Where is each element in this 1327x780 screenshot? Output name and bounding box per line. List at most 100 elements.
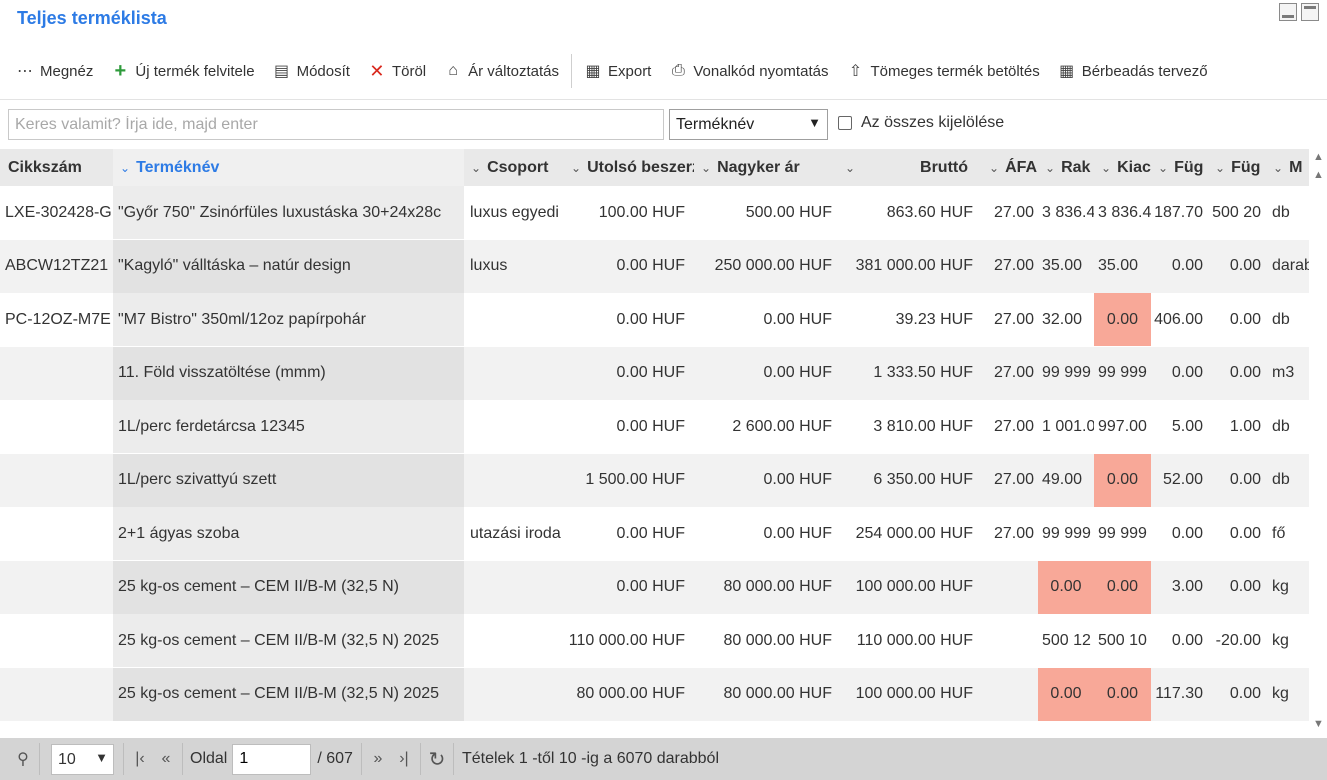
pager-divider (182, 743, 183, 775)
table-cell: 32.00 (1042, 310, 1083, 328)
toolbar-ár-változtatás-button[interactable]: ⌂ Ár változtatás (435, 53, 568, 89)
pager-divider (360, 743, 362, 775)
chevron-down-icon: ⌄ (1101, 160, 1112, 175)
table-row[interactable]: 1L/perc ferdetárcsa 12345 0.00 HUF 2 600.0… (0, 400, 1309, 453)
select-all-label: Az összes kijelölése (861, 114, 1005, 131)
page-size-select[interactable]: 10 ▼ (51, 743, 114, 775)
column-header[interactable]: ⌄ M (1266, 149, 1309, 186)
toolbar-tömeges-termék-betöltés-button[interactable]: ⇧ Tömeges termék betöltés (837, 53, 1048, 89)
table-row[interactable]: 25 kg-os cement – CEM II/B-M (32,5 N) 20… (0, 667, 1309, 721)
table-cell: 99 999 (1098, 524, 1147, 542)
upload-icon: ⇧ (848, 63, 863, 80)
table-cell: 99 999 (1042, 524, 1091, 542)
table-cell: 99 999 (1098, 364, 1147, 381)
minimize-button[interactable] (1279, 3, 1297, 21)
toolbar-megnéz-button[interactable]: ⋯ Megnéz (7, 53, 102, 89)
column-header-label: Füg (1174, 158, 1204, 176)
column-header-label: Rak (1061, 158, 1091, 176)
table-cell: 35.00 (1042, 257, 1083, 274)
table-cell: 0.00 (1229, 257, 1261, 274)
scroll-up-icon[interactable]: ▲ (1313, 151, 1324, 163)
table-cell: 2 600.00 HUF (732, 417, 832, 435)
table-cell: kg (1272, 578, 1289, 595)
table-cell: 6 350.00 HUF (873, 471, 973, 488)
table-cell: "Kagyló" válltáska – natúr design (113, 239, 464, 293)
page-size-value: 10 (58, 750, 76, 768)
caret-down-icon: ▼ (808, 115, 821, 130)
refresh-icon[interactable]: ↻ (424, 744, 450, 774)
table-cell: 0.00 (1229, 364, 1261, 381)
table-row[interactable]: LXE-302428-G "Győr 750" Zsinórfüles luxus… (0, 186, 1309, 239)
table-cell: 0.00 HUF (616, 364, 685, 381)
scroll-down-icon[interactable]: ▼ (1313, 718, 1324, 730)
product-grid: ⌄Cikkszám⌄Terméknév⌄Csoport⌄Utolsó besze… (0, 149, 1309, 722)
column-header[interactable]: ⌄ Füg (1208, 149, 1266, 186)
table-row[interactable]: PC-12OZ-M7E "M7 Bistro" 350ml/12oz papírp… (0, 293, 1309, 346)
column-header[interactable]: ⌄ Kiac (1094, 149, 1151, 186)
table-cell: db (1272, 471, 1290, 488)
search-field-select[interactable]: Terméknév ▼ (669, 109, 828, 140)
title-bar: Teljes terméklista (0, 0, 1327, 40)
column-header[interactable]: ⌄ Nagyker ár (694, 149, 838, 186)
first-page-icon[interactable]: |‹ (127, 744, 153, 774)
table-cell: 0.00 (1171, 257, 1203, 274)
column-header-label: Nagyker ár (717, 158, 800, 176)
table-cell (464, 400, 564, 453)
table-cell: 0.00 (1229, 310, 1261, 328)
table-row[interactable]: 1L/perc szivattyú szett 1 500.00 HUF 0.00 … (0, 453, 1309, 507)
last-page-icon[interactable]: ›| (391, 744, 417, 774)
scroll-up-icon[interactable]: ▲ (1313, 169, 1324, 181)
vertical-scrollbar[interactable]: ▲ ▲ ▼ (1309, 149, 1327, 734)
table-row[interactable]: 11. Föld visszatöltése (mmm) 0.00 HUF 0.00… (0, 346, 1309, 400)
toolbar-töröl-button[interactable]: ✕ Töröl (359, 53, 435, 89)
toolbar-módosít-button[interactable]: ▤ Módosít (264, 53, 359, 89)
maximize-button[interactable] (1301, 3, 1319, 21)
table-cell: 0.00 (1094, 293, 1151, 346)
table-row[interactable]: ABCW12TZ21 "Kagyló" válltáska – natúr des… (0, 239, 1309, 293)
table-cell: kg (1272, 685, 1289, 702)
pager-divider (419, 743, 421, 775)
column-header[interactable]: ⌄ Utolsó beszerz (564, 149, 694, 186)
toolbar-export-button[interactable]: ▦ Export (575, 53, 660, 89)
column-header[interactable]: ⌄ Rak (1038, 149, 1094, 186)
table-row[interactable]: 25 kg-os cement – CEM II/B-M (32,5 N) 0.0… (0, 560, 1309, 614)
table-cell: -20.00 (1215, 631, 1261, 649)
table-cell (464, 293, 564, 346)
table-cell (464, 668, 564, 721)
previous-page-icon[interactable]: « (153, 744, 179, 774)
table-row[interactable]: 25 kg-os cement – CEM II/B-M (32,5 N) 20… (0, 614, 1309, 667)
select-all-checkbox[interactable] (838, 116, 852, 130)
column-header[interactable]: ⌄Cikkszám (0, 149, 113, 186)
next-page-icon[interactable]: » (365, 744, 391, 774)
search-icon[interactable]: ⚲ (10, 744, 36, 774)
column-header[interactable]: ⌄ Terméknév (113, 149, 464, 186)
toolbar-label: Bérbeadás tervező (1081, 62, 1208, 80)
toolbar-label: Megnéz (40, 62, 94, 80)
table-cell (982, 614, 1038, 667)
table-cell: 110 000.00 HUF (568, 631, 685, 649)
column-header[interactable]: ⌄ Csoport (464, 149, 564, 186)
table-cell: 27.00 (993, 203, 1034, 221)
column-header[interactable]: ⌄ Füg (1151, 149, 1208, 186)
table-cell: 80 000.00 HUF (576, 685, 685, 702)
table-row[interactable]: 2+1 ágyas szoba utazási iroda 0.00 HUF 0.00… (0, 507, 1309, 560)
column-header[interactable]: ⌄ ÁFA (982, 149, 1038, 186)
table-cell: 27.00 (993, 364, 1034, 381)
toolbar-label: Vonalkód nyomtatás (693, 62, 829, 80)
table-cell: 27.00 (993, 417, 1034, 435)
page-label: Oldal (190, 750, 228, 767)
toolbar-vonalkód-nyomtatás-button[interactable]: ⎙ Vonalkód nyomtatás (660, 53, 837, 89)
table-cell: 0.00 (1171, 631, 1203, 649)
column-header[interactable]: ⌄ Bruttó (838, 149, 982, 186)
table-cell: db (1272, 203, 1290, 221)
table-cell: 0.00 (1229, 578, 1261, 595)
chevron-down-icon: ⌄ (471, 160, 482, 175)
chevron-down-icon: ⌄ (701, 160, 712, 175)
table-cell: 3 836.4 (1098, 203, 1151, 221)
select-all-toggle[interactable]: Az összes kijelölése (838, 114, 1004, 132)
search-input[interactable] (8, 109, 664, 140)
toolbar-bérbeadás-tervező-button[interactable]: ▦ Bérbeadás tervező (1049, 53, 1217, 89)
table-cell: 1L/perc szivattyú szett (113, 453, 464, 507)
page-number-input[interactable] (232, 743, 312, 775)
toolbar-új-termék-felvitele-button[interactable]: + Új termék felvitele (102, 53, 263, 89)
